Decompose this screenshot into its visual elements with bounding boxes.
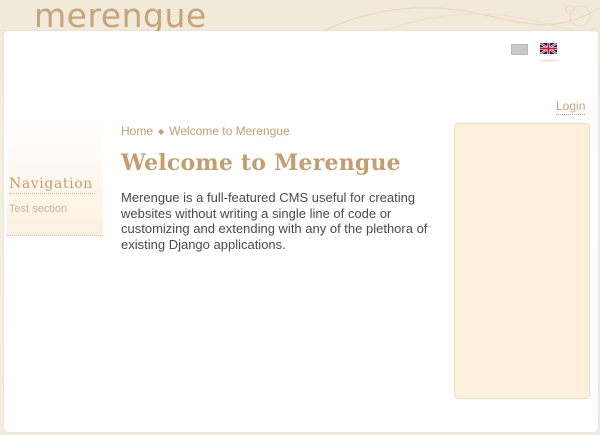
uk-flag-icon[interactable] — [540, 43, 557, 54]
site-logo[interactable]: merengue — [34, 0, 207, 35]
breadcrumb-current: Welcome to Merengue — [169, 124, 290, 138]
nav-item-test-section[interactable]: Test section — [9, 203, 67, 215]
breadcrumb-home-link[interactable]: Home — [121, 124, 153, 138]
navigation-box: Navigation Test section — [7, 122, 103, 236]
intro-text: Merengue is a full-featured CMS useful f… — [121, 190, 428, 252]
gray-flag-icon[interactable] — [511, 44, 528, 55]
login-link[interactable]: Login — [556, 99, 586, 115]
language-switcher — [511, 43, 557, 55]
right-sidebar — [454, 123, 590, 399]
page-title: Welcome to Merengue — [121, 150, 401, 176]
selected-language-indicator — [536, 59, 562, 62]
navigation-title: Navigation — [9, 176, 95, 194]
breadcrumb-separator-icon: ◆ — [158, 126, 165, 136]
breadcrumb: Home ◆ Welcome to Merengue — [121, 124, 290, 138]
